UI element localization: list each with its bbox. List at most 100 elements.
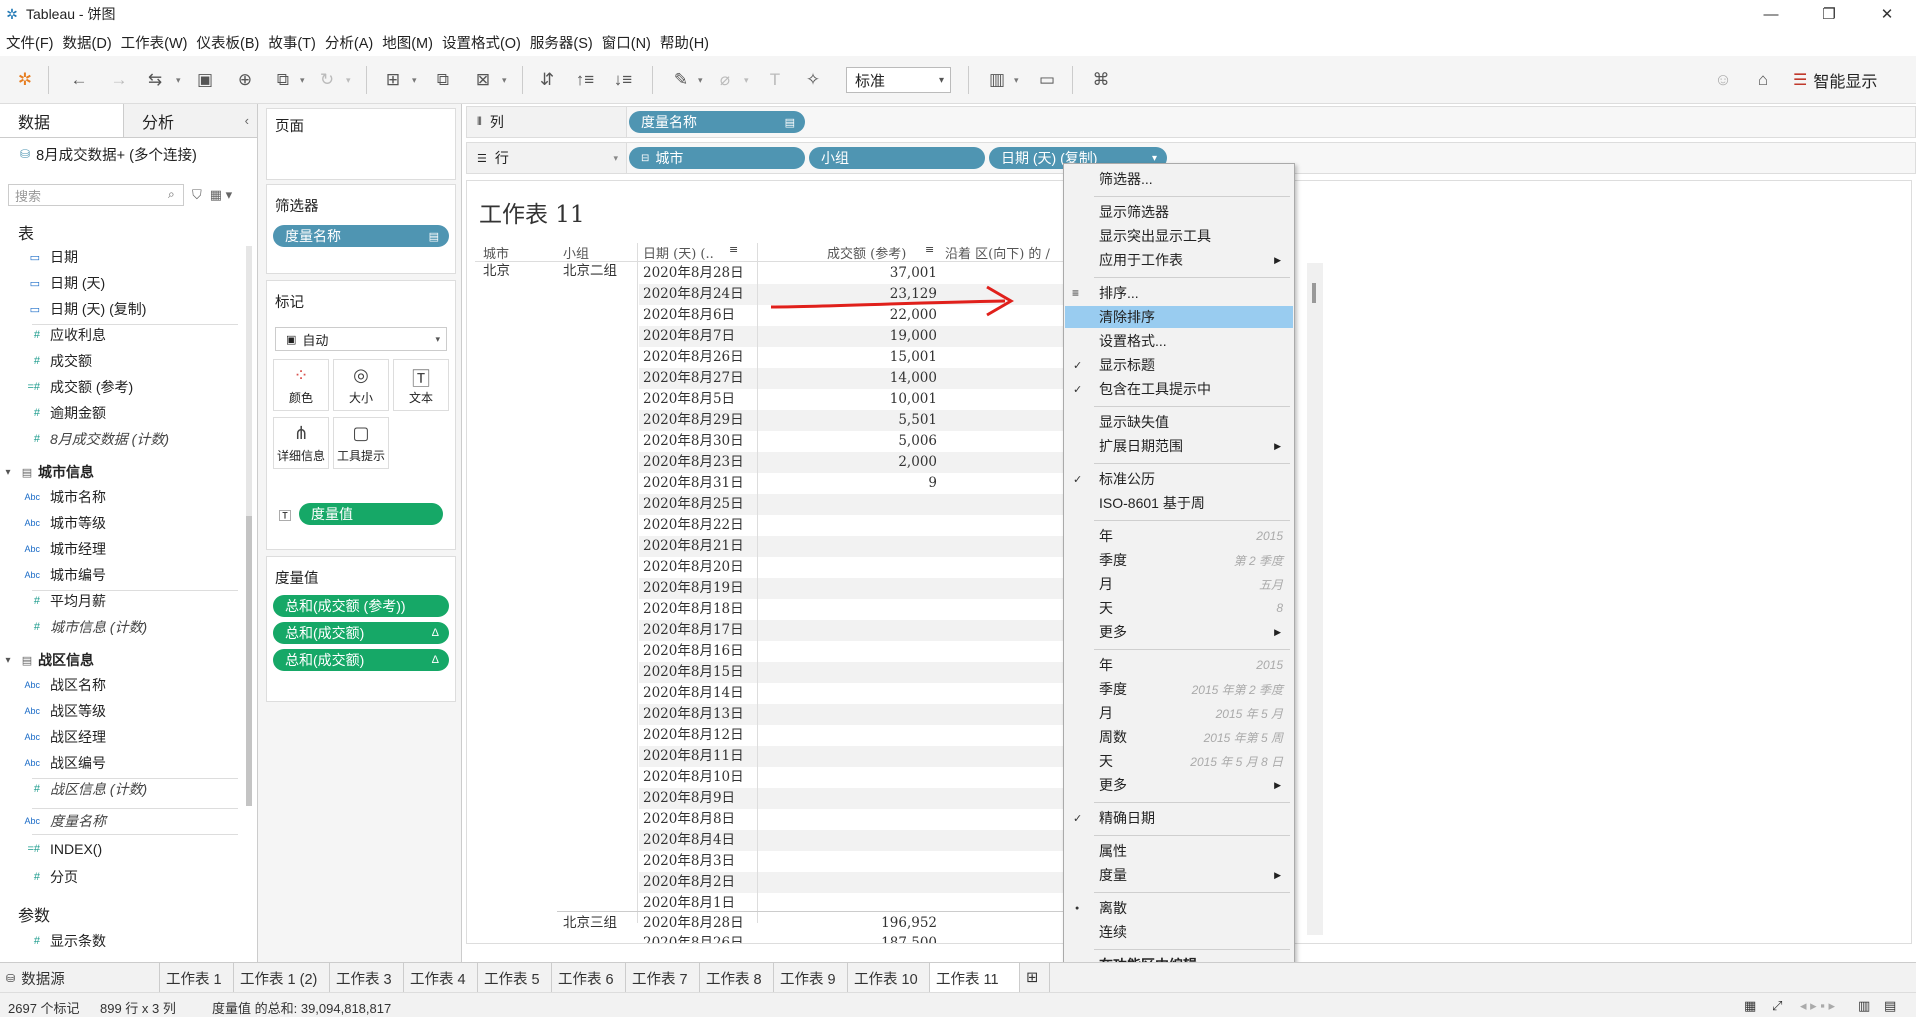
nav-arrows-icon[interactable]: ◂ ▸ ▪ ▸: [1800, 998, 1835, 1014]
context-menu-item[interactable]: 显示筛选器: [1065, 201, 1293, 223]
new-worksheet-icon[interactable]: ⊞: [380, 68, 406, 92]
menu-map[interactable]: 地图(M): [380, 32, 440, 53]
filter-pill[interactable]: 度量名称 ▤: [273, 225, 449, 247]
header-city[interactable]: 城市: [483, 243, 509, 262]
detail-button[interactable]: ⋔ 详细信息: [273, 417, 329, 469]
data-pane-scrollbar[interactable]: [246, 246, 252, 806]
menu-help[interactable]: 帮助(H): [658, 32, 716, 53]
menu-data[interactable]: 数据(D): [61, 32, 119, 53]
group-icon[interactable]: ⌀: [712, 68, 738, 92]
sort-descending-icon[interactable]: ↓≡: [610, 68, 636, 92]
context-menu-item[interactable]: 筛选器...: [1065, 168, 1293, 190]
filter-icon[interactable]: ⛉: [192, 187, 202, 203]
size-button[interactable]: ◎ 大小: [333, 359, 389, 411]
menu-server[interactable]: 服务器(S): [528, 32, 600, 53]
context-menu-item[interactable]: 周数 2015 年第 5 周: [1065, 726, 1293, 748]
menu-format[interactable]: 设置格式(O): [440, 32, 528, 53]
context-menu-item[interactable]: ≡ 排序...: [1065, 282, 1293, 304]
menu-worksheet[interactable]: 工作表(W): [119, 32, 195, 53]
field-item[interactable]: ▭ 日期 (天) (复制): [0, 298, 240, 320]
swap-rows-columns-icon[interactable]: ⇵: [534, 68, 560, 92]
duplicate-icon[interactable]: ⧉: [430, 68, 456, 92]
field-item[interactable]: #8月成交数据 (计数): [0, 428, 240, 450]
menu-window[interactable]: 窗口(N): [600, 32, 658, 53]
header-table-calc[interactable]: 沿着 区(向下) 的 /: [945, 243, 1065, 262]
field-item[interactable]: ▭ 日期 (天): [0, 272, 240, 294]
context-menu-item[interactable]: 季度 2015 年第 2 季度: [1065, 678, 1293, 700]
field-item[interactable]: Abc 城市经理: [0, 538, 240, 560]
collapse-pane-icon[interactable]: ‹: [245, 113, 249, 128]
context-menu-item[interactable]: ISO-8601 基于周: [1065, 492, 1293, 514]
highlight-icon[interactable]: ✎: [668, 68, 694, 92]
fit-select[interactable]: 标准 ▾: [846, 67, 951, 93]
context-menu-item[interactable]: ✓ 精确日期: [1065, 807, 1293, 829]
field-item[interactable]: Abc 度量名称: [0, 810, 240, 832]
tableau-home-icon[interactable]: ✲: [12, 68, 38, 92]
share-icon[interactable]: ⌘: [1088, 68, 1114, 92]
labels-icon[interactable]: T: [762, 68, 788, 92]
pages-shelf[interactable]: 页面: [266, 108, 456, 180]
clear-sheet-icon[interactable]: ⊠: [470, 68, 496, 92]
tab-data[interactable]: 数据: [0, 104, 124, 137]
context-menu-item[interactable]: 扩展日期范围 ▶: [1065, 435, 1293, 457]
tab-list-icon[interactable]: ▤: [1884, 998, 1896, 1014]
presentation-icon[interactable]: ▭: [1034, 68, 1060, 92]
field-item[interactable]: # 城市信息 (计数): [0, 616, 240, 638]
context-menu-item[interactable]: 更多 ▶: [1065, 774, 1293, 796]
measure-values-mark-pill[interactable]: 度量值: [299, 503, 443, 525]
view-options-icon[interactable]: ▦ ▾: [210, 187, 232, 203]
field-item[interactable]: Abc 战区经理: [0, 726, 240, 748]
refresh-dropdown-icon[interactable]: ▾: [346, 68, 356, 92]
show-cards-dropdown-icon[interactable]: ▾: [1014, 68, 1024, 92]
save-icon[interactable]: ▣: [192, 68, 218, 92]
refresh-icon[interactable]: ↻: [314, 68, 340, 92]
context-menu-item[interactable]: 显示缺失值: [1065, 411, 1293, 433]
field-item[interactable]: Abc 战区等级: [0, 700, 240, 722]
tab-datasource[interactable]: ⛁ 数据源: [0, 963, 160, 993]
clear-dropdown-icon[interactable]: ▾: [502, 68, 512, 92]
assistant-icon[interactable]: ☺: [1710, 68, 1736, 92]
field-item[interactable]: # 成交额: [0, 350, 240, 372]
context-menu-item[interactable]: 季度 第 2 季度: [1065, 549, 1293, 571]
pause-dropdown-icon[interactable]: ▾: [300, 68, 310, 92]
rows-pill-group[interactable]: 小组: [809, 147, 985, 169]
mark-type-select[interactable]: ▣ 自动 ▾: [275, 327, 447, 351]
swap-dropdown-icon[interactable]: ▾: [176, 68, 186, 92]
context-menu-item[interactable]: ✓ 包含在工具提示中: [1065, 378, 1293, 400]
context-menu-item[interactable]: 月 2015 年 5 月: [1065, 702, 1293, 724]
sheet-tab[interactable]: 工作表 3: [330, 963, 404, 993]
sort-ascending-icon[interactable]: ↑≡: [572, 68, 598, 92]
menu-story[interactable]: 故事(T): [266, 32, 323, 53]
rows-pill-city[interactable]: ⊟ 城市: [629, 147, 805, 169]
worksheet-scrollbar[interactable]: [1307, 263, 1323, 935]
context-menu-item[interactable]: 清除排序: [1065, 306, 1293, 328]
header-date[interactable]: 日期 (天) (..: [643, 243, 714, 262]
sheet-tab[interactable]: 工作表 6: [552, 963, 626, 993]
field-item[interactable]: =# INDEX(): [0, 838, 240, 860]
highlight-dropdown-icon[interactable]: ▾: [698, 68, 708, 92]
group-city-info[interactable]: ▾ ▤ 城市信息: [0, 460, 240, 484]
field-item[interactable]: # 逾期金额: [0, 402, 240, 424]
format-painter-icon[interactable]: ⌂: [1750, 68, 1776, 92]
sheet-tab[interactable]: 工作表 11: [930, 963, 1020, 993]
tab-analysis[interactable]: 分析 ‹: [124, 104, 257, 137]
field-item[interactable]: =# 成交额 (参考): [0, 376, 240, 398]
context-menu-item[interactable]: 年 2015: [1065, 654, 1293, 676]
menu-file[interactable]: 文件(F): [4, 32, 61, 53]
undo-icon[interactable]: ←: [66, 68, 92, 92]
field-item[interactable]: Abc 城市编号: [0, 564, 240, 586]
sheet-tab[interactable]: 工作表 1: [160, 963, 234, 993]
context-menu-item[interactable]: 年 2015: [1065, 525, 1293, 547]
columns-shelf[interactable]: ⦀ 列 度量名称 ▤: [466, 106, 1916, 138]
measure-pill[interactable]: 总和(成交额) Δ: [273, 649, 449, 671]
context-menu-item[interactable]: ✓ 标准公历: [1065, 468, 1293, 490]
filmstrip-icon[interactable]: ▥: [1858, 998, 1870, 1014]
context-menu-item[interactable]: 设置格式...: [1065, 330, 1293, 352]
context-menu-item[interactable]: 显示突出显示工具: [1065, 225, 1293, 247]
measure-pill[interactable]: 总和(成交额 (参考)): [273, 595, 449, 617]
expand-caret-icon[interactable]: ▾: [0, 467, 16, 478]
context-menu-item[interactable]: ✓ 显示标题: [1065, 354, 1293, 376]
columns-pill[interactable]: 度量名称 ▤: [629, 111, 805, 133]
sheet-tab[interactable]: 工作表 5: [478, 963, 552, 993]
swap-icon[interactable]: ⇆: [142, 68, 168, 92]
